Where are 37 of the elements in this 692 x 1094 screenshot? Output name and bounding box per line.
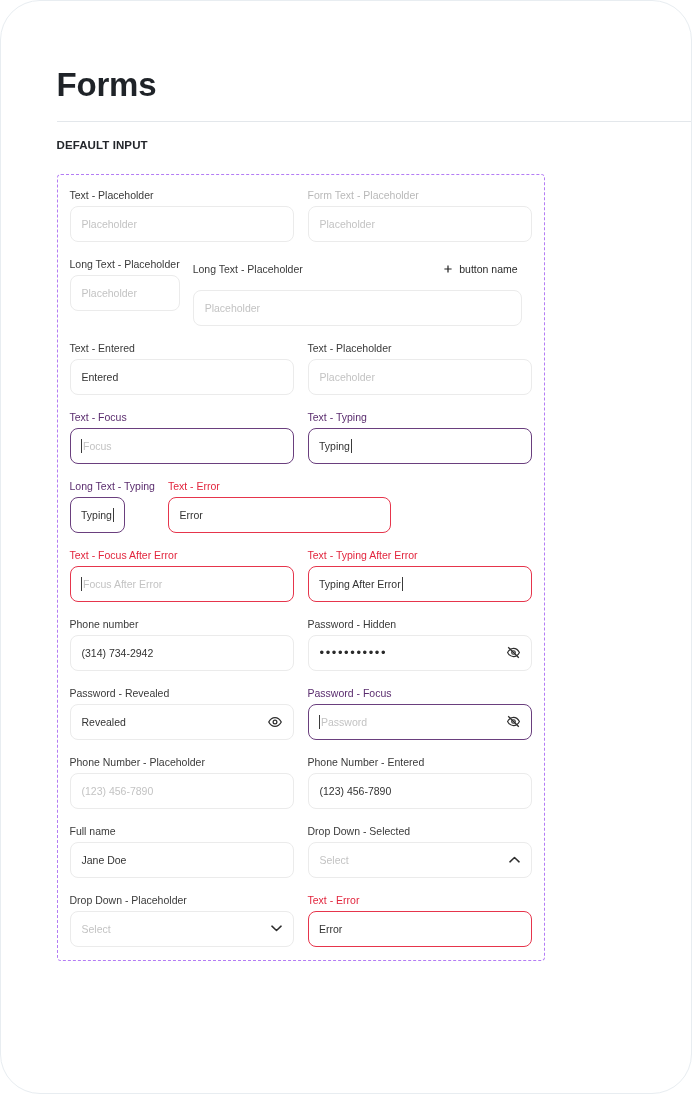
text-field[interactable]: (314) 734-2942 <box>69 634 294 671</box>
field-label: Phone Number - Placeholder <box>69 754 205 769</box>
text-field[interactable]: Typing <box>307 427 532 464</box>
field-label: Password - Hidden <box>307 616 397 631</box>
field-label: Form Text - Placeholder <box>307 187 419 202</box>
text-field[interactable]: Error <box>167 496 391 533</box>
field-label: Text - Typing After Error <box>307 547 418 562</box>
field-label: Text - Placeholder <box>307 340 392 355</box>
field-label: Text - Typing <box>307 409 367 424</box>
field-label: Phone number <box>69 616 139 631</box>
text-field[interactable]: Typing <box>69 496 126 533</box>
field-label: Drop Down - Placeholder <box>69 892 187 907</box>
field-label: Text - Error <box>307 892 360 907</box>
password-field[interactable]: Revealed <box>69 703 294 740</box>
add-button[interactable]: button name <box>444 262 518 276</box>
field-label: Text - Focus <box>69 409 127 424</box>
field-label: Drop Down - Selected <box>307 823 411 838</box>
field-label: Text - Placeholder <box>69 187 154 202</box>
text-field[interactable]: Entered <box>69 358 294 395</box>
field-label: Password - Revealed <box>69 685 170 700</box>
section-heading: DEFAULT INPUT <box>56 137 148 152</box>
text-field[interactable]: Jane Doe <box>69 841 294 878</box>
field-label: Long Text - Placeholder <box>192 262 303 276</box>
field-label: Long Text - Typing <box>69 478 155 493</box>
field-label: Text - Error <box>167 478 220 493</box>
text-field[interactable]: Error <box>307 910 532 947</box>
password-field[interactable]: ••••••••••• <box>307 634 532 671</box>
text-field[interactable]: Typing After Error <box>307 565 532 602</box>
field-label: Text - Entered <box>69 340 135 355</box>
field-label: Text - Focus After Error <box>69 547 178 562</box>
text-field[interactable]: (123) 456-7890 <box>307 772 532 809</box>
field-label: Phone Number - Entered <box>307 754 425 769</box>
page-title: Forms <box>56 64 157 105</box>
field-label: Full name <box>69 823 116 838</box>
plus-icon <box>444 265 453 273</box>
field-label: Long Text - Placeholder <box>69 256 180 271</box>
field-label: Password - Focus <box>307 685 392 700</box>
